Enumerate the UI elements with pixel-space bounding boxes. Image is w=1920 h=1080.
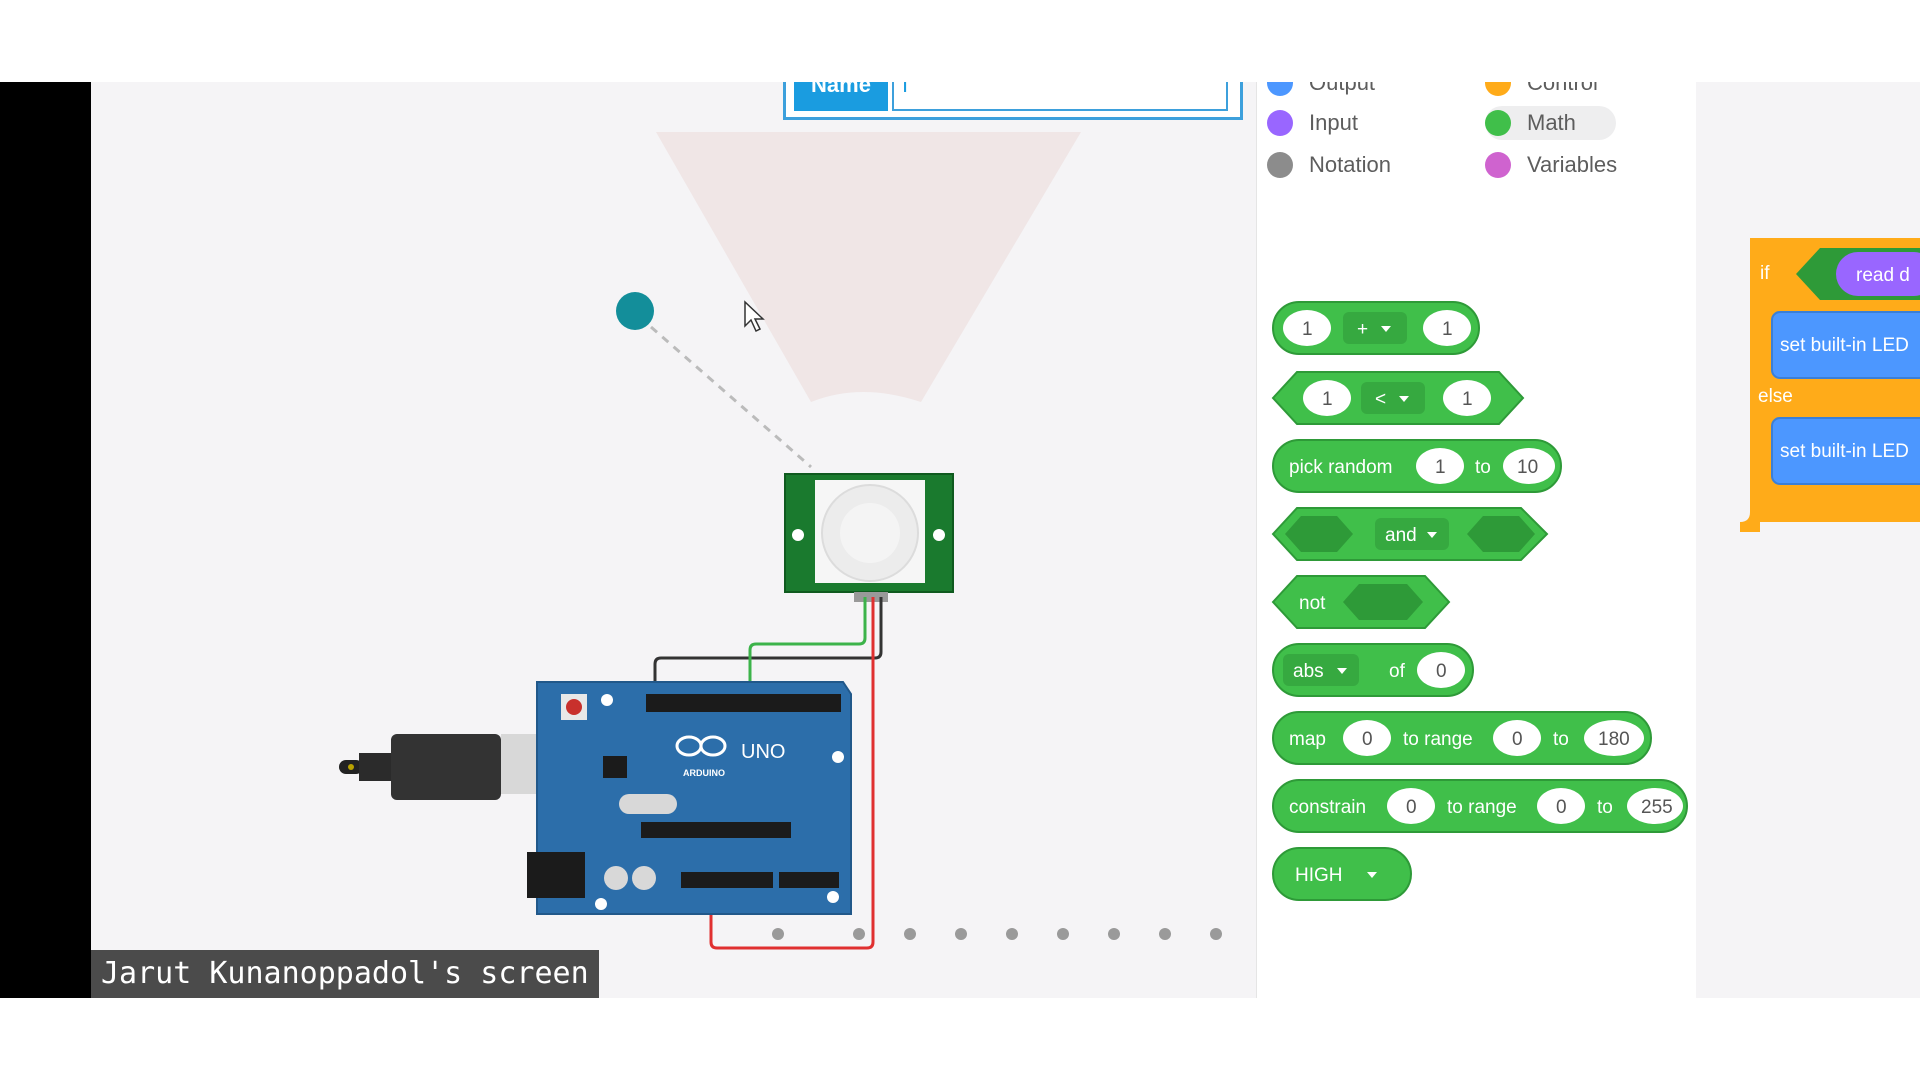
component-name-popup: Name I xyxy=(783,82,1243,120)
map-label: map xyxy=(1289,729,1326,750)
constrain-range-label: to range xyxy=(1447,797,1517,818)
map-range-label: to range xyxy=(1403,729,1473,750)
compare-a: 1 xyxy=(1322,389,1333,410)
output-dot-icon xyxy=(1267,82,1293,96)
screen-share-label: Jarut Kunanoppadol's screen xyxy=(91,950,599,998)
category-label: Control xyxy=(1527,82,1598,95)
abs-of-label: of xyxy=(1389,661,1406,682)
constrain-to-label: to xyxy=(1597,797,1613,818)
category-label: Math xyxy=(1527,110,1576,135)
else-label: else xyxy=(1758,386,1793,407)
name-label: Name xyxy=(794,82,888,111)
block-abs[interactable]: abs of 0 xyxy=(1272,643,1474,697)
category-label: Variables xyxy=(1527,152,1618,177)
random-to-label: to xyxy=(1475,457,1491,478)
not-label: not xyxy=(1299,593,1326,614)
pir-detection-area xyxy=(656,132,1081,402)
math-blocks: 1 + 1 1 < 1 pick random 1 to 10 and not … xyxy=(1271,301,1688,901)
add-b: 1 xyxy=(1442,319,1453,340)
category-label: Output xyxy=(1309,82,1376,95)
block-palette: Output Control Input Math Notation Varia… xyxy=(1256,82,1697,998)
add-op: + xyxy=(1357,319,1368,340)
category-variables[interactable]: Variables xyxy=(1485,148,1617,182)
constrain-label: constrain xyxy=(1289,797,1366,818)
notation-dot-icon xyxy=(1267,152,1293,178)
constrain-min: 0 xyxy=(1556,797,1567,818)
input-dot-icon xyxy=(1267,110,1293,136)
block-pick-random[interactable]: pick random 1 to 10 xyxy=(1272,439,1562,493)
random-to: 10 xyxy=(1517,457,1538,478)
category-notation[interactable]: Notation xyxy=(1267,148,1391,182)
set-led-label-2: set built-in LED xyxy=(1780,441,1909,462)
motion-target xyxy=(616,292,654,330)
set-led-label-1: set built-in LED xyxy=(1780,335,1909,356)
control-dot-icon xyxy=(1485,82,1511,96)
abs-value: 0 xyxy=(1436,661,1447,682)
block-not[interactable]: not xyxy=(1271,575,1451,629)
circuit-drawing: ARDUINO UNO xyxy=(339,132,1222,950)
circuit-canvas[interactable]: ARDUINO UNO Name I xyxy=(91,82,1256,998)
block-high[interactable]: HIGH xyxy=(1272,847,1412,901)
block-constrain[interactable]: constrain 0 to range 0 to 255 xyxy=(1272,779,1688,833)
app-frame: ARDUINO UNO Name I Jarut Kunanoppadol's … xyxy=(0,82,1920,998)
if-else-block[interactable]: if read d set built-in LED else set buil… xyxy=(1740,238,1920,532)
variables-dot-icon xyxy=(1485,152,1511,178)
arduino-uno-board[interactable]: ARDUINO UNO xyxy=(527,681,852,915)
category-input[interactable]: Input xyxy=(1267,106,1358,140)
category-output[interactable]: Output xyxy=(1267,82,1375,100)
block-map[interactable]: map 0 to range 0 to 180 xyxy=(1272,711,1652,765)
compare-b: 1 xyxy=(1462,389,1473,410)
map-value: 0 xyxy=(1362,729,1373,750)
block-arithmetic[interactable]: 1 + 1 xyxy=(1272,301,1480,355)
high-label: HIGH xyxy=(1295,865,1343,886)
constrain-value: 0 xyxy=(1406,797,1417,818)
add-a: 1 xyxy=(1302,319,1313,340)
pir-sensor[interactable] xyxy=(784,473,954,602)
random-from: 1 xyxy=(1435,457,1446,478)
compare-op: < xyxy=(1375,389,1386,410)
constrain-max: 255 xyxy=(1641,797,1673,818)
read-block-label: read d xyxy=(1856,265,1910,286)
screen-share-border xyxy=(0,82,91,998)
map-to-label: to xyxy=(1553,729,1569,750)
category-math[interactable]: Math xyxy=(1485,106,1616,140)
arduino-model-text: UNO xyxy=(741,741,785,763)
if-label: if xyxy=(1760,263,1770,284)
category-label: Input xyxy=(1309,110,1358,135)
category-control[interactable]: Control xyxy=(1485,82,1598,100)
arduino-brand-text: ARDUINO xyxy=(683,768,725,778)
block-compare[interactable]: 1 < 1 xyxy=(1271,371,1525,425)
map-max: 180 xyxy=(1598,729,1630,750)
and-label: and xyxy=(1385,525,1417,546)
random-label: pick random xyxy=(1289,457,1393,478)
code-workspace[interactable]: if read d set built-in LED else set buil… xyxy=(1696,82,1920,998)
breadboard-dots xyxy=(772,928,1222,940)
block-and[interactable]: and xyxy=(1271,507,1549,561)
workspace-blocks: if read d set built-in LED else set buil… xyxy=(1740,238,1920,532)
wire-green xyxy=(748,597,867,692)
math-dot-icon xyxy=(1485,110,1511,136)
category-label: Notation xyxy=(1309,152,1391,177)
name-input[interactable]: I xyxy=(892,82,1228,111)
map-min: 0 xyxy=(1512,729,1523,750)
abs-label: abs xyxy=(1293,661,1324,682)
